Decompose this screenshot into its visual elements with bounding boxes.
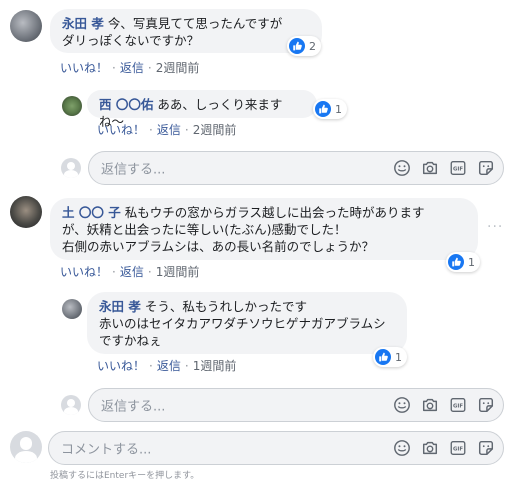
comment-bubble: 土 〇〇 子私もウチの窓からガラス越しに出会った時があります が、妖精と出会った… <box>50 198 478 260</box>
reaction-number: 1 <box>468 255 475 269</box>
reply-input-placeholder: 返信する... <box>101 162 166 178</box>
input-tools: GIF <box>393 396 495 414</box>
reaction-number: 1 <box>335 102 342 116</box>
gif-icon[interactable]: GIF <box>449 439 467 457</box>
separator: · <box>112 60 116 75</box>
comment-hint: 投稿するにはEnterキーを押します。 <box>50 471 200 481</box>
comment-author[interactable]: 土 〇〇 子 <box>62 205 121 220</box>
comment-bubble: 永田 孝今、写真見てて思ったんですが ダリっぽくないですか？ <box>50 9 322 53</box>
reaction-number: 1 <box>395 350 402 364</box>
reply-input[interactable]: 返信する... GIF <box>88 388 504 422</box>
comment-input[interactable]: コメントする... GIF <box>48 431 504 465</box>
reply-author[interactable]: 西 〇〇佑 <box>99 97 153 112</box>
more-icon[interactable]: ··· <box>487 219 503 235</box>
comment-text-line: が、妖精と出会ったに等しい(たぶん)感動でした！ <box>62 222 347 237</box>
avatar[interactable] <box>10 10 42 42</box>
reaction-count[interactable]: 1 <box>373 347 407 367</box>
reply-text-line: そう、私もうれしかったです <box>144 299 307 314</box>
avatar[interactable] <box>62 96 82 116</box>
comment-author[interactable]: 永田 孝 <box>62 16 104 31</box>
reply-button[interactable]: 返信 <box>157 121 181 138</box>
reply-bubble: 永田 孝そう、私もうれしかったです 赤いのはセイタカアワダチソウヒゲナガアブラム… <box>87 292 407 354</box>
svg-text:GIF: GIF <box>453 404 463 410</box>
separator: · <box>149 358 153 373</box>
reply-actions: いいね！ · 返信 · 2週間前 <box>97 121 236 138</box>
reply-button[interactable]: 返信 <box>120 263 144 280</box>
comment-text-line: 私もウチの窓からガラス越しに出会った時があります <box>124 205 425 220</box>
comment-thread: 永田 孝今、写真見てて思ったんですが ダリっぽくないですか？ 2 いいね！ · … <box>0 0 515 492</box>
timestamp[interactable]: 2週間前 <box>193 121 237 138</box>
separator: · <box>184 122 189 137</box>
camera-icon[interactable] <box>421 396 439 414</box>
gif-icon[interactable]: GIF <box>449 159 467 177</box>
svg-text:GIF: GIF <box>453 167 463 173</box>
sticker-icon[interactable] <box>477 159 495 177</box>
timestamp[interactable]: 2週間前 <box>156 59 200 76</box>
comment-text-line: ダリっぽくないですか？ <box>62 33 200 48</box>
avatar <box>10 431 42 463</box>
separator: · <box>112 264 116 279</box>
like-icon <box>375 349 391 365</box>
reply-text-line: ですかねぇ <box>99 333 162 348</box>
comment-text-line: 右側の赤いアブラムシは、あの長い名前のでしょうか？ <box>62 239 375 254</box>
reaction-number: 2 <box>309 39 316 53</box>
reply-bubble: 西 〇〇佑 ああ、しっくり来ますね〜 <box>87 90 317 129</box>
avatar <box>61 395 81 415</box>
input-tools: GIF <box>393 439 495 457</box>
like-button[interactable]: いいね！ <box>97 121 145 138</box>
emoji-icon[interactable] <box>393 159 411 177</box>
reply-button[interactable]: 返信 <box>157 357 181 374</box>
camera-icon[interactable] <box>421 159 439 177</box>
separator: · <box>184 358 189 373</box>
timestamp[interactable]: 1週間前 <box>193 357 237 374</box>
avatar <box>61 158 81 178</box>
camera-icon[interactable] <box>421 439 439 457</box>
avatar[interactable] <box>10 196 42 228</box>
like-button[interactable]: いいね！ <box>60 263 108 280</box>
reply-actions: いいね！ · 返信 · 1週間前 <box>97 357 236 374</box>
timestamp[interactable]: 1週間前 <box>156 263 200 280</box>
reply-button[interactable]: 返信 <box>120 59 144 76</box>
reaction-count[interactable]: 2 <box>287 36 321 56</box>
separator: · <box>147 60 152 75</box>
comment-input-placeholder: コメントする... <box>61 442 152 458</box>
gif-icon[interactable]: GIF <box>449 396 467 414</box>
like-button[interactable]: いいね！ <box>60 59 108 76</box>
comment-actions: いいね！ · 返信 · 2週間前 <box>60 59 199 76</box>
reply-author[interactable]: 永田 孝 <box>99 299 141 314</box>
sticker-icon[interactable] <box>477 396 495 414</box>
like-button[interactable]: いいね！ <box>97 357 145 374</box>
reaction-count[interactable]: 1 <box>446 252 480 272</box>
separator: · <box>147 264 152 279</box>
input-tools: GIF <box>393 159 495 177</box>
like-icon <box>448 254 464 270</box>
svg-text:GIF: GIF <box>453 447 463 453</box>
like-icon <box>315 101 331 117</box>
reaction-count[interactable]: 1 <box>313 99 347 119</box>
reply-input[interactable]: 返信する... GIF <box>88 151 504 185</box>
reply-text-line: 赤いのはセイタカアワダチソウヒゲナガアブラムシ <box>99 316 386 331</box>
emoji-icon[interactable] <box>393 439 411 457</box>
sticker-icon[interactable] <box>477 439 495 457</box>
avatar[interactable] <box>62 299 82 319</box>
comment-text-line: 今、写真見てて思ったんですが <box>107 16 283 31</box>
emoji-icon[interactable] <box>393 396 411 414</box>
like-icon <box>289 38 305 54</box>
separator: · <box>149 122 153 137</box>
reply-input-placeholder: 返信する... <box>101 399 166 415</box>
comment-actions: いいね！ · 返信 · 1週間前 <box>60 263 199 280</box>
